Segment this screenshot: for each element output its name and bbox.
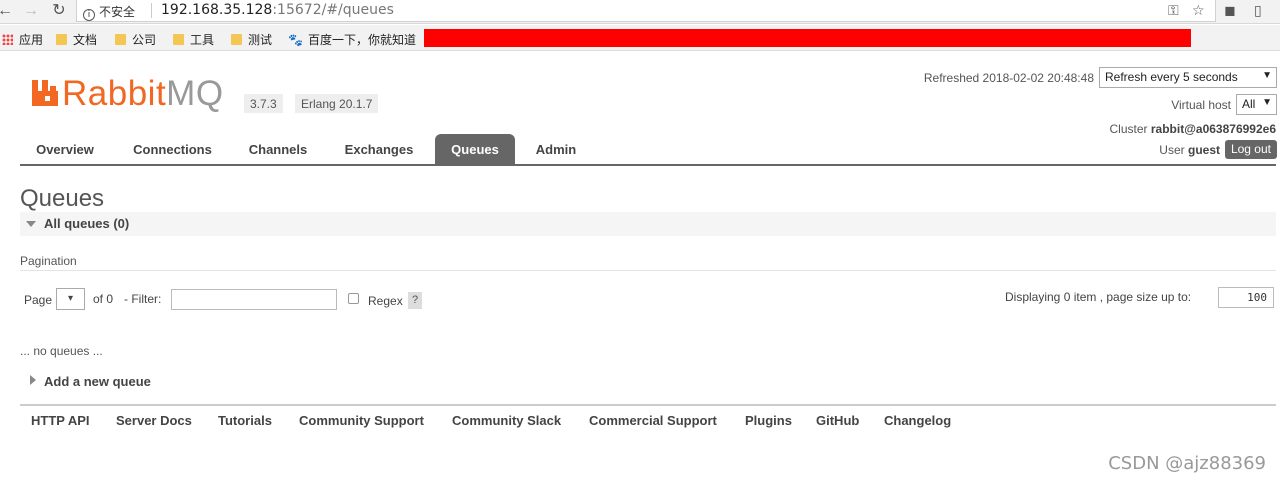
bookmarks-bar: 应用 文档 公司 工具 测试 🐾 百度一下，你就知道 <box>0 25 1280 51</box>
refreshed-timestamp: Refreshed 2018-02-02 20:48:48 <box>923 71 1094 85</box>
expand-triangle-icon <box>30 375 36 385</box>
virtual-host-label: Virtual host <box>1171 98 1231 112</box>
chevron-down-icon: ▼ <box>1262 70 1272 81</box>
reload-icon[interactable]: ↻ <box>50 1 68 21</box>
folder-icon <box>56 34 67 45</box>
help-button[interactable]: ? <box>408 292 422 309</box>
add-new-queue-toggle[interactable]: Add a new queue <box>44 374 151 389</box>
folder-icon <box>115 34 126 45</box>
bookmark-folder[interactable]: 工具 <box>173 31 214 48</box>
page-size-input[interactable]: 100 <box>1218 287 1274 308</box>
section-title: All queues (0) <box>44 216 130 231</box>
tab-admin[interactable]: Admin <box>526 134 586 164</box>
tab-queues[interactable]: Queues <box>435 134 515 164</box>
security-indicator[interactable]: i 不安全 <box>83 3 135 21</box>
chevron-down-icon: ▼ <box>1262 97 1272 108</box>
logo-text: RabbitMQ <box>62 74 224 113</box>
star-icon[interactable]: ☆ <box>1192 2 1205 19</box>
tab-overview[interactable]: Overview <box>22 134 108 164</box>
rabbitmq-logo-icon <box>32 80 58 106</box>
tab-exchanges[interactable]: Exchanges <box>334 134 424 164</box>
extension-icon[interactable]: ◼ <box>1224 2 1236 19</box>
version-badge: 3.7.3 <box>244 94 283 113</box>
page-select[interactable]: ▾ <box>56 288 85 310</box>
browser-toolbar: ← → ↻ i 不安全 192.168.35.128:15672/#/queues… <box>0 0 1280 24</box>
tab-channels[interactable]: Channels <box>238 134 318 164</box>
info-icon: i <box>83 9 95 21</box>
page-label: Page <box>24 293 53 307</box>
empty-state-text: ... no queues ... <box>20 344 103 358</box>
url-text[interactable]: 192.168.35.128:15672/#/queues <box>161 2 394 18</box>
footer-link-plugins[interactable]: Plugins <box>745 413 792 428</box>
footer-link-http-api[interactable]: HTTP API <box>31 413 90 428</box>
url-separator <box>151 3 152 18</box>
bookmark-folder[interactable]: 文档 <box>56 31 97 48</box>
forward-arrow-icon[interactable]: → <box>22 1 40 21</box>
regex-label: Regex <box>368 294 403 308</box>
folder-icon <box>173 34 184 45</box>
tab-connections[interactable]: Connections <box>120 134 225 164</box>
apps-grid-icon <box>2 34 13 45</box>
collapse-triangle-icon <box>26 221 36 227</box>
address-bar[interactable]: i 不安全 192.168.35.128:15672/#/queues <box>76 0 1216 22</box>
key-icon[interactable]: ⚿ <box>1168 2 1179 19</box>
pagination-label: Pagination <box>20 254 77 268</box>
watermark: CSDN @ajz88369 <box>1108 453 1266 474</box>
footer-link-github[interactable]: GitHub <box>816 413 859 428</box>
divider <box>20 270 1276 271</box>
folder-icon <box>231 34 242 45</box>
footer-link-changelog[interactable]: Changelog <box>884 413 951 428</box>
filter-label: - Filter: <box>124 292 162 306</box>
menu-icon[interactable]: ▯ <box>1254 2 1262 19</box>
footer-link-community-slack[interactable]: Community Slack <box>452 413 561 428</box>
displaying-count: Displaying 0 item , page size up to: <box>1005 290 1192 304</box>
filter-input[interactable] <box>171 289 337 310</box>
bookmark-baidu[interactable]: 🐾 百度一下，你就知道 <box>288 31 416 48</box>
back-arrow-icon[interactable]: ← <box>0 1 14 21</box>
footer-link-community-support[interactable]: Community Support <box>299 413 424 428</box>
all-queues-section-header[interactable]: All queues (0) <box>20 212 1276 236</box>
bookmark-folder[interactable]: 测试 <box>231 31 272 48</box>
refresh-interval-select[interactable]: Refresh every 5 seconds ▼ <box>1099 67 1277 88</box>
redacted-bar <box>424 29 1191 47</box>
regex-checkbox[interactable] <box>348 293 359 304</box>
bookmark-apps[interactable]: 应用 <box>2 31 43 48</box>
chevron-down-icon: ▾ <box>67 293 74 304</box>
footer-link-commercial-support[interactable]: Commercial Support <box>589 413 717 428</box>
bookmark-folder[interactable]: 公司 <box>115 31 156 48</box>
footer-divider <box>20 404 1276 406</box>
footer-link-server-docs[interactable]: Server Docs <box>116 413 192 428</box>
erlang-badge: Erlang 20.1.7 <box>295 94 379 113</box>
page-count: of 0 <box>93 292 114 306</box>
footer-link-tutorials[interactable]: Tutorials <box>218 413 272 428</box>
virtual-host-select[interactable]: All ▼ <box>1236 94 1277 115</box>
main-nav-tabs: Overview Connections Channels Exchanges … <box>20 134 1276 166</box>
page-title: Queues <box>20 185 105 212</box>
baidu-paw-icon: 🐾 <box>288 33 303 47</box>
